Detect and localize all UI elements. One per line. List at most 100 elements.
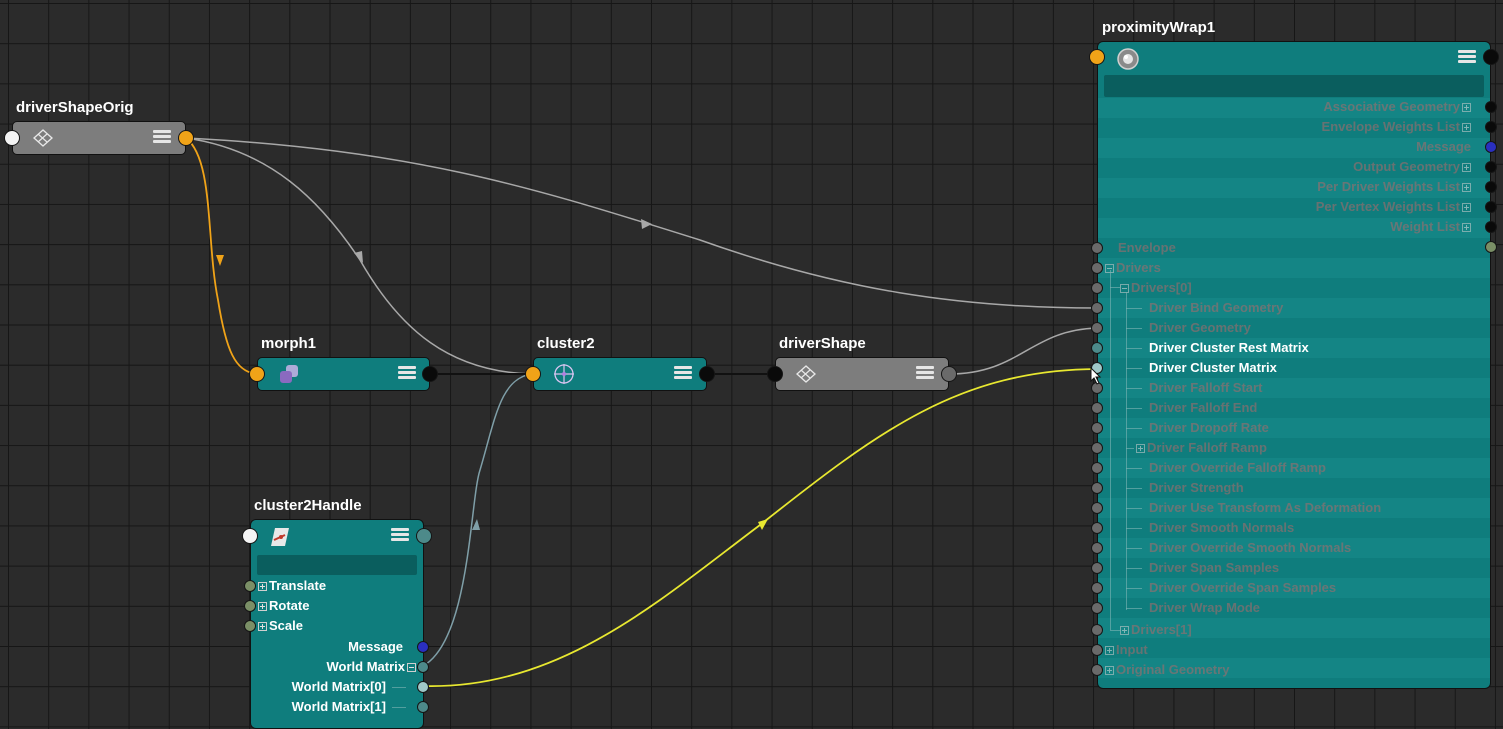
attr-driver-span-samples[interactable]: Driver Span Samples <box>1149 558 1279 578</box>
menu-icon[interactable] <box>391 528 409 542</box>
port-driver-override-span-samples[interactable] <box>1091 582 1103 594</box>
expand-icon[interactable] <box>1120 626 1129 635</box>
expand-icon[interactable] <box>1462 183 1471 192</box>
port-driverShape-in[interactable] <box>767 366 783 382</box>
attr-driver-falloff-ramp[interactable]: Driver Falloff Ramp <box>1136 438 1267 458</box>
wire-driverShapeOrig-proximityWrap1[interactable] <box>185 137 1098 309</box>
port-envelope-weights-list[interactable] <box>1485 121 1497 133</box>
attr-driver-strength[interactable]: Driver Strength <box>1149 478 1244 498</box>
collapse-icon[interactable] <box>1120 284 1129 293</box>
attr-driver-cluster-matrix[interactable]: Driver Cluster Matrix <box>1149 358 1277 378</box>
port-driver-wrap-mode[interactable] <box>1091 602 1103 614</box>
port-message[interactable] <box>1485 141 1497 153</box>
expand-icon[interactable] <box>1462 103 1471 112</box>
collapse-icon[interactable] <box>407 663 416 672</box>
attr-driver-bind-geometry[interactable]: Driver Bind Geometry <box>1149 298 1283 318</box>
attr-driver-dropoff-rate[interactable]: Driver Dropoff Rate <box>1149 418 1269 438</box>
attribute-filter-field[interactable] <box>257 555 417 575</box>
expand-icon[interactable] <box>1136 444 1145 453</box>
attr-driver-falloff-end[interactable]: Driver Falloff End <box>1149 398 1257 418</box>
port-driver-smooth-normals[interactable] <box>1091 522 1103 534</box>
attr-driver-override-smooth-normals[interactable]: Driver Override Smooth Normals <box>1149 538 1351 558</box>
expand-icon[interactable] <box>258 582 267 591</box>
node-driverShapeOrig[interactable] <box>12 121 186 155</box>
port-driver-strength[interactable] <box>1091 482 1103 494</box>
attr-rotate[interactable]: Rotate <box>258 596 309 616</box>
wire-driverShape-proximityWrap1[interactable] <box>948 327 1098 375</box>
attr-world-matrix[interactable]: World Matrix <box>260 657 416 677</box>
port-rotate[interactable] <box>244 600 256 612</box>
expand-icon[interactable] <box>1462 203 1471 212</box>
port-cluster2-out[interactable] <box>699 366 715 382</box>
port-per-driver-weights-list[interactable] <box>1485 181 1497 193</box>
wire-driverShapeOrig-morph1[interactable] <box>185 137 258 375</box>
expand-icon[interactable] <box>1462 163 1471 172</box>
menu-icon[interactable] <box>398 366 416 380</box>
port-cluster2Handle-out[interactable] <box>416 528 432 544</box>
port-original-geometry[interactable] <box>1091 664 1103 676</box>
port-output-geometry[interactable] <box>1485 161 1497 173</box>
attr-translate[interactable]: Translate <box>258 576 326 596</box>
port-driver-override-smooth-normals[interactable] <box>1091 542 1103 554</box>
port-world-matrix[interactable] <box>417 661 429 673</box>
menu-icon[interactable] <box>1458 50 1476 64</box>
attr-drivers[interactable]: Drivers <box>1105 258 1161 278</box>
port-scale[interactable] <box>244 620 256 632</box>
expand-icon[interactable] <box>1105 666 1114 675</box>
expand-icon[interactable] <box>1462 123 1471 132</box>
port-drivers-0[interactable] <box>1091 282 1103 294</box>
port-weight-list[interactable] <box>1485 221 1497 233</box>
attribute-filter-field[interactable] <box>1104 75 1484 97</box>
port-morph1-in[interactable] <box>249 366 265 382</box>
port-drivers[interactable] <box>1091 262 1103 274</box>
port-translate[interactable] <box>244 580 256 592</box>
attr-per-driver-weights-list[interactable]: Per Driver Weights List <box>1110 177 1473 197</box>
port-driver-cluster-rest-matrix[interactable] <box>1091 342 1103 354</box>
attr-message[interactable]: Message <box>260 637 403 657</box>
wire-driverShapeOrig-cluster2[interactable] <box>185 137 533 375</box>
expand-icon[interactable] <box>1462 223 1471 232</box>
port-driver-dropoff-rate[interactable] <box>1091 422 1103 434</box>
attr-associative-geometry[interactable]: Associative Geometry <box>1110 97 1473 117</box>
attr-drivers-1[interactable]: Drivers[1] <box>1120 620 1192 640</box>
attr-driver-override-span-samples[interactable]: Driver Override Span Samples <box>1149 578 1336 598</box>
port-input[interactable] <box>1091 644 1103 656</box>
port-per-vertex-weights-list[interactable] <box>1485 201 1497 213</box>
attr-driver-use-transform[interactable]: Driver Use Transform As Deformation <box>1149 498 1381 518</box>
attr-driver-falloff-start[interactable]: Driver Falloff Start <box>1149 378 1262 398</box>
attr-per-vertex-weights-list[interactable]: Per Vertex Weights List <box>1110 197 1473 217</box>
port-driver-override-falloff-ramp[interactable] <box>1091 462 1103 474</box>
attr-scale[interactable]: Scale <box>258 616 303 636</box>
node-cluster2[interactable] <box>533 357 707 391</box>
port-driver-falloff-end[interactable] <box>1091 402 1103 414</box>
attr-driver-geometry[interactable]: Driver Geometry <box>1149 318 1251 338</box>
attr-message[interactable]: Message <box>1110 137 1471 157</box>
port-driverShapeOrig-out[interactable] <box>178 130 194 146</box>
attr-driver-smooth-normals[interactable]: Driver Smooth Normals <box>1149 518 1294 538</box>
menu-icon[interactable] <box>674 366 692 380</box>
port-world-matrix-1[interactable] <box>417 701 429 713</box>
attr-world-matrix-1[interactable]: World Matrix[1] <box>260 697 386 717</box>
port-driver-span-samples[interactable] <box>1091 562 1103 574</box>
attr-envelope[interactable]: Envelope <box>1118 238 1176 258</box>
attr-envelope-weights-list[interactable]: Envelope Weights List <box>1110 117 1473 137</box>
port-message[interactable] <box>417 641 429 653</box>
node-morph1[interactable] <box>257 357 430 391</box>
wire-cluster2Handle-driverClusterMatrix[interactable] <box>422 368 1098 687</box>
port-proximityWrap1-in[interactable] <box>1089 49 1105 65</box>
attr-input[interactable]: Input <box>1105 640 1148 660</box>
port-driverShape-out[interactable] <box>941 366 957 382</box>
port-cluster2-in[interactable] <box>525 366 541 382</box>
attr-original-geometry[interactable]: Original Geometry <box>1105 660 1229 680</box>
expand-icon[interactable] <box>258 622 267 631</box>
port-driver-geometry[interactable] <box>1091 322 1103 334</box>
attr-driver-override-falloff-ramp[interactable]: Driver Override Falloff Ramp <box>1149 458 1326 478</box>
port-world-matrix-0[interactable] <box>417 681 429 693</box>
port-envelope-out[interactable] <box>1485 241 1497 253</box>
port-cluster2Handle-in[interactable] <box>242 528 258 544</box>
port-associative-geometry[interactable] <box>1485 101 1497 113</box>
attr-weight-list[interactable]: Weight List <box>1110 217 1473 237</box>
attr-world-matrix-0[interactable]: World Matrix[0] <box>260 677 386 697</box>
port-envelope[interactable] <box>1091 242 1103 254</box>
wire-cluster2Handle-cluster2[interactable] <box>422 373 533 667</box>
